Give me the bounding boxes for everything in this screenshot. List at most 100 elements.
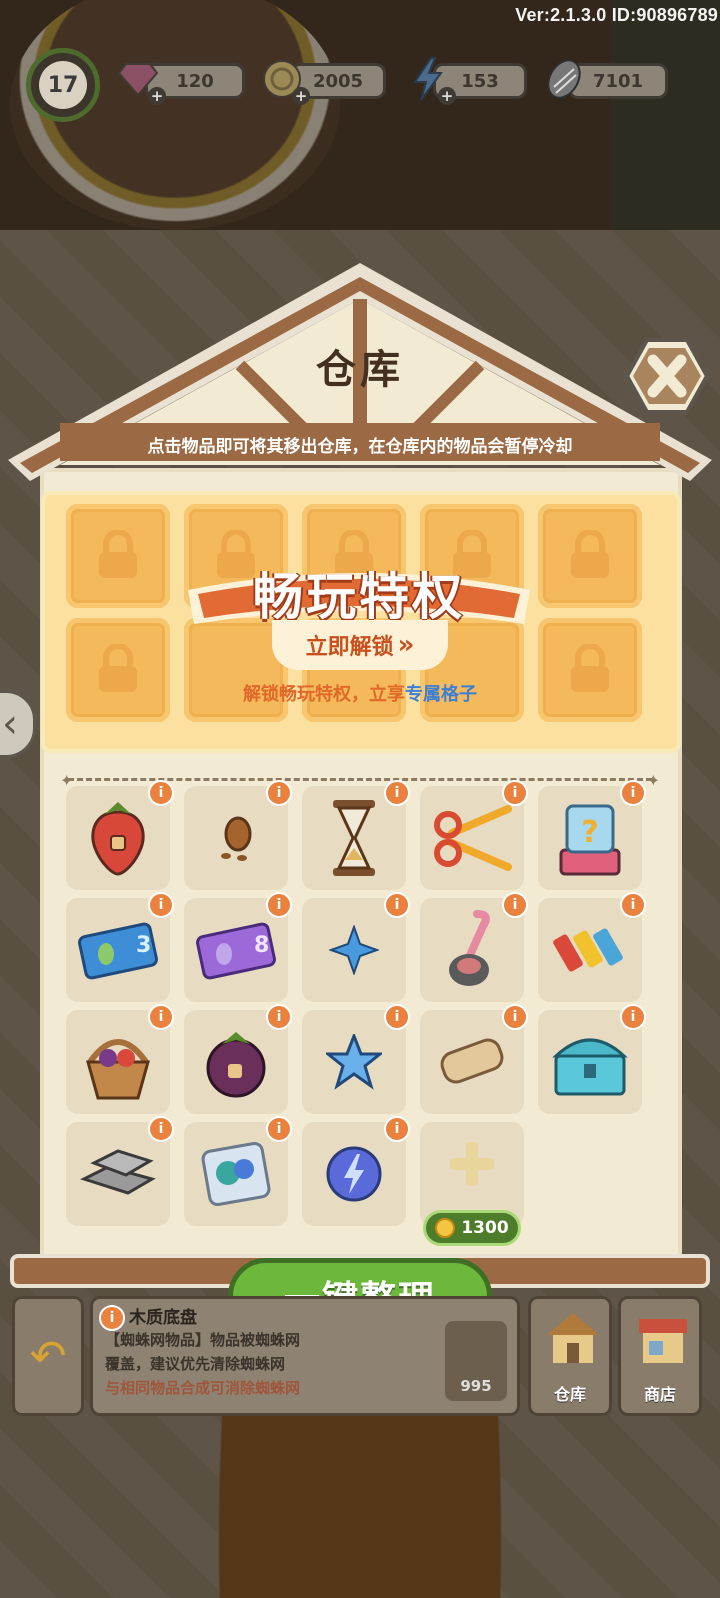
fruit-basket-icon bbox=[78, 1020, 158, 1104]
shop-tab-label: 商店 bbox=[643, 1385, 676, 1404]
info-icon[interactable]: i bbox=[266, 892, 292, 918]
purple-seed-ticket-icon: 8 bbox=[196, 908, 276, 992]
strawberry-icon bbox=[78, 796, 158, 880]
energy-orb-icon bbox=[314, 1132, 394, 1216]
item-desc-line2: 覆盖，建议优先清除蜘蛛网 bbox=[105, 1355, 286, 1373]
gem-pouch-icon bbox=[196, 1132, 276, 1216]
locked-slot[interactable] bbox=[66, 504, 170, 608]
item-desc-line3: 与相同物品合成可消除蜘蛛网 bbox=[105, 1379, 301, 1397]
energy-value: 153 bbox=[461, 70, 499, 92]
item-slot[interactable]: i bbox=[66, 1004, 174, 1114]
expand-price-value: 1300 bbox=[461, 1218, 509, 1238]
level-value: 17 bbox=[39, 61, 87, 109]
info-icon[interactable]: i bbox=[384, 780, 410, 806]
shop-tab-button[interactable]: 商店 bbox=[618, 1296, 702, 1416]
info-icon[interactable]: i bbox=[620, 892, 646, 918]
gems-value: 120 bbox=[176, 70, 214, 92]
item-slot[interactable]: 3i bbox=[66, 892, 174, 1002]
add-energy-icon[interactable]: + bbox=[438, 87, 456, 105]
treasure-chest-icon bbox=[550, 1020, 630, 1104]
locked-slot[interactable] bbox=[538, 618, 642, 722]
item-slot[interactable]: i bbox=[302, 1004, 410, 1114]
item-slot[interactable]: 8i bbox=[184, 892, 292, 1002]
scissors-icon bbox=[432, 796, 512, 880]
promo-description: 解锁畅玩特权，立享专属格子 bbox=[0, 680, 720, 706]
undo-button[interactable]: ↶ bbox=[12, 1296, 84, 1416]
chevron-left-icon: ‹ bbox=[2, 701, 18, 747]
plus-icon bbox=[450, 1142, 494, 1186]
seeds-value: 7101 bbox=[592, 70, 644, 92]
close-button[interactable] bbox=[624, 338, 710, 414]
info-icon[interactable]: i bbox=[502, 892, 528, 918]
blue-star-icon bbox=[314, 1020, 394, 1104]
info-icon[interactable]: i bbox=[266, 1116, 292, 1142]
item-slot[interactable]: i bbox=[302, 1116, 410, 1226]
mystery-box-icon: ? bbox=[550, 796, 630, 880]
svg-text:?: ? bbox=[581, 815, 598, 850]
item-slot[interactable]: i bbox=[538, 1004, 646, 1114]
straw-cup-icon bbox=[432, 908, 512, 992]
info-icon[interactable]: i bbox=[148, 780, 174, 806]
warehouse-subtitle: 点击物品即可将其移出仓库，在仓库内的物品会暂停冷却 bbox=[147, 437, 573, 457]
gem-icon: + bbox=[114, 55, 166, 105]
locked-slot[interactable] bbox=[538, 504, 642, 608]
item-slot[interactable]: i bbox=[66, 1116, 174, 1226]
info-icon[interactable]: i bbox=[384, 1116, 410, 1142]
info-icon[interactable]: i bbox=[502, 1004, 528, 1030]
item-slot[interactable]: i bbox=[184, 780, 292, 890]
silver-bars-icon bbox=[78, 1132, 158, 1216]
gem-buy-button[interactable]: 995 bbox=[445, 1321, 507, 1401]
item-slot[interactable]: i bbox=[184, 1116, 292, 1226]
item-slot[interactable]: i bbox=[420, 780, 528, 890]
item-slot[interactable]: i bbox=[184, 1004, 292, 1114]
info-icon[interactable]: i bbox=[266, 1004, 292, 1030]
add-gems-icon[interactable]: + bbox=[148, 87, 166, 105]
green-seed-ticket-icon: 3 bbox=[78, 908, 158, 992]
gem-cost-value: 995 bbox=[460, 1377, 492, 1395]
info-icon[interactable]: i bbox=[148, 1116, 174, 1142]
item-slot[interactable]: i bbox=[302, 780, 410, 890]
info-icon[interactable]: i bbox=[148, 1004, 174, 1030]
expand-price-button[interactable]: 1300 bbox=[423, 1210, 521, 1246]
lock-icon bbox=[99, 530, 137, 578]
sparkle-icon: ✦ bbox=[646, 771, 660, 790]
sunflower-seed-icon bbox=[540, 55, 588, 103]
info-icon[interactable]: i bbox=[148, 892, 174, 918]
info-icon[interactable]: i bbox=[266, 780, 292, 806]
info-icon[interactable]: i bbox=[502, 780, 528, 806]
svg-text:8: 8 bbox=[254, 933, 269, 958]
level-badge[interactable]: 17 bbox=[26, 48, 100, 122]
house-icon bbox=[547, 1313, 599, 1363]
version-label: Ver:2.1.3.0 ID:90896789 bbox=[515, 5, 718, 25]
unlock-now-button[interactable]: 立即解锁 » bbox=[272, 620, 448, 670]
double-chevron-right-icon: » bbox=[397, 630, 415, 660]
shop-icon bbox=[639, 1319, 687, 1363]
item-slot[interactable]: ? i bbox=[538, 780, 646, 890]
item-slot[interactable]: i bbox=[538, 892, 646, 1002]
info-icon[interactable]: i bbox=[620, 780, 646, 806]
undo-arrow-icon: ↶ bbox=[29, 1330, 67, 1382]
coin-icon bbox=[435, 1218, 456, 1238]
lightning-icon: + bbox=[404, 55, 456, 105]
paint-tubes-icon bbox=[550, 908, 630, 992]
unlock-now-label: 立即解锁 bbox=[305, 635, 394, 660]
bottom-bar: ↶ i 木质底盘 【蜘蛛网物品】物品被蜘蛛网 覆盖，建议优先清除蜘蛛网 与相同物… bbox=[0, 1286, 720, 1428]
svg-text:3: 3 bbox=[136, 933, 151, 958]
promo-desc-prefix: 解锁畅玩特权，立享 bbox=[243, 684, 405, 705]
mangosteen-icon bbox=[196, 1020, 276, 1104]
item-slot[interactable]: i bbox=[66, 780, 174, 890]
coins-value: 2005 bbox=[312, 70, 364, 92]
warehouse-title: 仓库 bbox=[316, 347, 404, 393]
info-icon[interactable]: i bbox=[620, 1004, 646, 1030]
coin-icon: + bbox=[258, 55, 310, 105]
info-icon[interactable]: i bbox=[384, 892, 410, 918]
add-coins-icon[interactable]: + bbox=[292, 87, 310, 105]
item-slot[interactable]: i bbox=[302, 892, 410, 1002]
warehouse-tab-button[interactable]: 仓库 bbox=[528, 1296, 612, 1416]
hourglass-icon bbox=[314, 796, 394, 880]
info-icon[interactable]: i bbox=[99, 1305, 125, 1331]
locked-slot[interactable] bbox=[66, 618, 170, 722]
item-slot[interactable]: i bbox=[420, 1004, 528, 1114]
item-slot[interactable]: i bbox=[420, 892, 528, 1002]
info-icon[interactable]: i bbox=[384, 1004, 410, 1030]
